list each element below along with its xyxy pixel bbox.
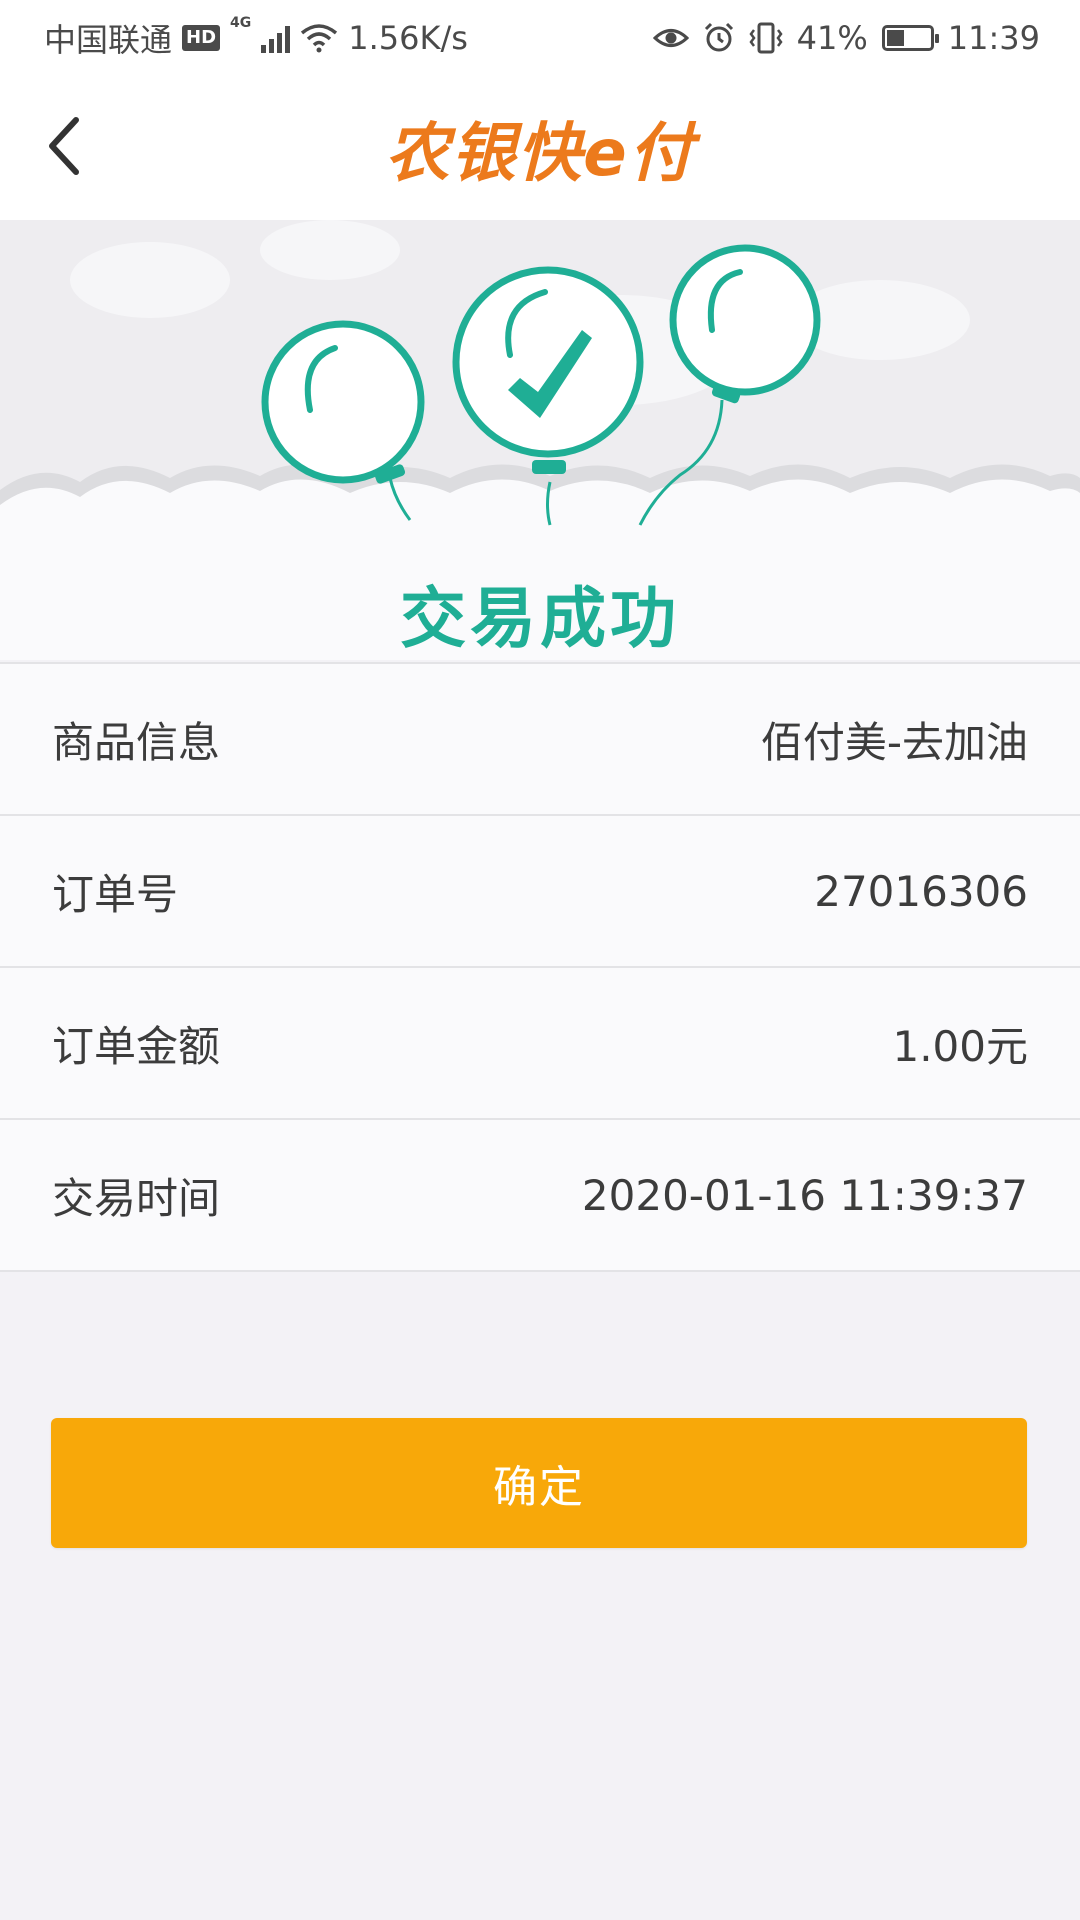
vibrate-icon <box>749 22 783 54</box>
battery-icon <box>881 25 939 51</box>
app-logo: 农银快e付 <box>385 117 695 191</box>
nav-bar: 农银快e付 <box>0 76 1080 220</box>
status-bar-left: 中国联通 HD 4G 1.56K/s <box>44 15 468 61</box>
detail-label: 订单金额 <box>52 1021 221 1071</box>
detail-value: 佰付美-去加油 <box>760 717 1028 767</box>
status-bar: 中国联通 HD 4G 1.56K/s 41% 11:39 <box>0 0 1080 76</box>
detail-row-order-number: 订单号 27016306 <box>0 816 1080 968</box>
status-bar-right: 41% 11:39 <box>652 19 1040 57</box>
back-button[interactable] <box>40 108 110 188</box>
detail-value: 27016306 <box>814 866 1028 916</box>
detail-row-product: 商品信息 佰付美-去加油 <box>0 664 1080 816</box>
detail-value: 2020-01-16 11:39:37 <box>581 1170 1028 1220</box>
battery-percent: 41% <box>796 19 868 57</box>
detail-label: 交易时间 <box>52 1173 221 1223</box>
detail-value: 1.00元 <box>892 1021 1028 1071</box>
confirm-button[interactable]: 确定 <box>51 1418 1027 1548</box>
detail-row-amount: 订单金额 1.00元 <box>0 968 1080 1120</box>
transaction-details: 商品信息 佰付美-去加油 订单号 27016306 订单金额 1.00元 交易时… <box>0 662 1080 1272</box>
wifi-icon <box>301 24 338 53</box>
chevron-left-icon <box>49 117 79 175</box>
battery-fill <box>886 30 904 46</box>
network-speed: 1.56K/s <box>348 19 468 57</box>
detail-label: 订单号 <box>52 869 179 919</box>
network-type: 4G <box>230 15 252 31</box>
hd-badge: HD <box>182 25 221 51</box>
clock-time: 11:39 <box>947 19 1040 57</box>
eye-icon <box>652 29 689 47</box>
alarm-icon <box>704 22 733 52</box>
detail-row-time: 交易时间 2020-01-16 11:39:37 <box>0 1120 1080 1272</box>
carrier-name: 中国联通 <box>44 21 173 59</box>
signal-icon <box>261 23 291 53</box>
detail-label: 商品信息 <box>52 717 221 767</box>
success-title: 交易成功 <box>400 580 680 657</box>
